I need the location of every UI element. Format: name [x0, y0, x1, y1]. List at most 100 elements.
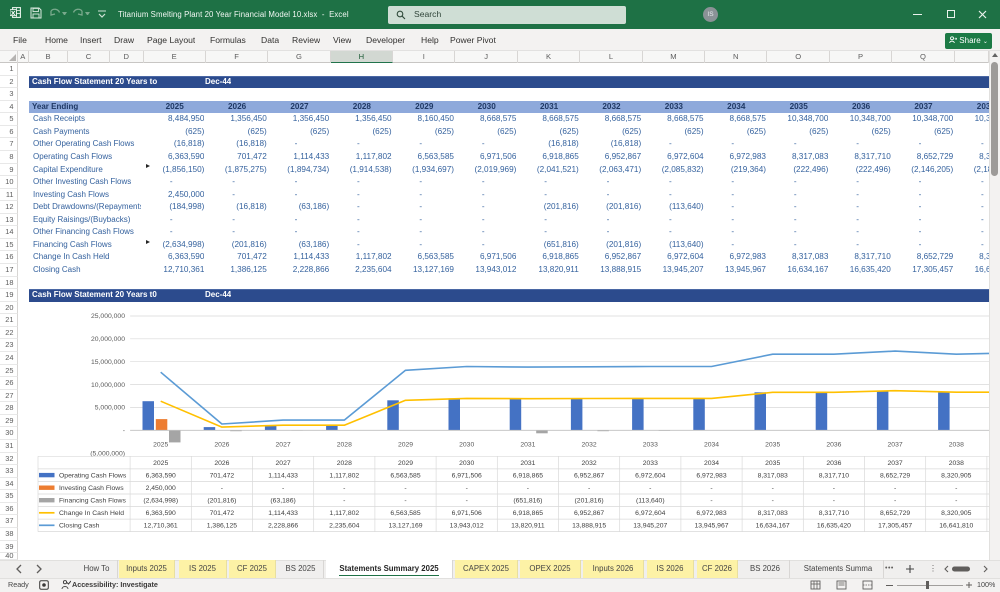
svg-text:15,000,000: 15,000,000	[91, 359, 125, 366]
svg-text:701,472: 701,472	[210, 510, 235, 517]
svg-text:6,918,865: 6,918,865	[513, 510, 543, 517]
svg-text:-: -	[710, 485, 712, 492]
svg-text:701,472: 701,472	[210, 472, 235, 479]
svg-text:-: -	[221, 485, 223, 492]
svg-text:-: -	[588, 485, 590, 492]
svg-text:2,450,000: 2,450,000	[146, 485, 176, 492]
svg-text:2038: 2038	[949, 460, 964, 467]
svg-text:6,952,867: 6,952,867	[574, 510, 604, 517]
svg-text:6,563,585: 6,563,585	[390, 510, 420, 517]
svg-text:12,710,361: 12,710,361	[144, 523, 178, 530]
svg-text:-: -	[955, 497, 957, 504]
svg-text:-: -	[404, 485, 406, 492]
svg-text:2036: 2036	[826, 442, 841, 449]
svg-text:(201,816): (201,816)	[207, 497, 236, 504]
svg-text:8,317,083: 8,317,083	[758, 472, 788, 479]
svg-text:6,971,506: 6,971,506	[452, 472, 482, 479]
svg-text:-: -	[343, 485, 345, 492]
svg-text:6,918,865: 6,918,865	[513, 472, 543, 479]
svg-text:8,652,729: 8,652,729	[880, 510, 910, 517]
svg-text:2029: 2029	[398, 442, 413, 449]
svg-text:8,317,083: 8,317,083	[758, 510, 788, 517]
svg-text:2033: 2033	[643, 442, 658, 449]
svg-text:13,945,967: 13,945,967	[694, 523, 728, 530]
svg-text:8,320,905: 8,320,905	[941, 472, 971, 479]
svg-text:8,320,905: 8,320,905	[941, 510, 971, 517]
svg-text:2032: 2032	[582, 460, 597, 467]
svg-text:2030: 2030	[459, 460, 474, 467]
svg-text:2031: 2031	[520, 460, 535, 467]
svg-text:-: -	[123, 428, 125, 435]
svg-text:6,972,604: 6,972,604	[635, 510, 665, 517]
svg-text:1,114,433: 1,114,433	[268, 510, 298, 517]
svg-text:6,971,506: 6,971,506	[452, 510, 482, 517]
svg-text:2,235,604: 2,235,604	[329, 523, 359, 530]
svg-text:-: -	[527, 485, 529, 492]
svg-text:2035: 2035	[765, 460, 780, 467]
svg-text:(2,634,998): (2,634,998)	[143, 497, 178, 504]
svg-text:2027: 2027	[276, 442, 291, 449]
svg-text:8,317,710: 8,317,710	[819, 510, 849, 517]
svg-text:2033: 2033	[643, 460, 658, 467]
svg-text:6,952,867: 6,952,867	[574, 472, 604, 479]
svg-text:2028: 2028	[337, 442, 352, 449]
svg-text:16,635,420: 16,635,420	[817, 523, 851, 530]
svg-text:1,386,125: 1,386,125	[207, 523, 237, 530]
svg-text:2037: 2037	[888, 460, 903, 467]
svg-text:8,317,710: 8,317,710	[819, 472, 849, 479]
svg-text:13,945,207: 13,945,207	[633, 523, 667, 530]
svg-text:2038: 2038	[949, 442, 964, 449]
svg-text:2034: 2034	[704, 442, 719, 449]
svg-text:16,641,810: 16,641,810	[939, 523, 973, 530]
svg-text:(651,816): (651,816)	[513, 497, 542, 504]
svg-text:Operating Cash Flows: Operating Cash Flows	[59, 473, 127, 480]
svg-text:2035: 2035	[765, 442, 780, 449]
svg-text:6,972,983: 6,972,983	[696, 510, 726, 517]
svg-text:5,000,000: 5,000,000	[95, 405, 125, 412]
svg-text:13,943,012: 13,943,012	[450, 523, 484, 530]
svg-text:2028: 2028	[337, 460, 352, 467]
svg-text:6,972,983: 6,972,983	[696, 472, 726, 479]
svg-text:-: -	[894, 497, 896, 504]
svg-text:2031: 2031	[520, 442, 535, 449]
svg-text:Closing Cash: Closing Cash	[59, 523, 100, 530]
svg-text:10,000,000: 10,000,000	[91, 382, 125, 389]
svg-text:-: -	[833, 497, 835, 504]
svg-text:-: -	[772, 497, 774, 504]
svg-text:2034: 2034	[704, 460, 719, 467]
svg-text:-: -	[894, 485, 896, 492]
svg-text:6,563,585: 6,563,585	[390, 472, 420, 479]
svg-text:16,634,167: 16,634,167	[756, 523, 790, 530]
svg-text:6,363,590: 6,363,590	[146, 472, 176, 479]
svg-text:-: -	[466, 497, 468, 504]
svg-text:-: -	[710, 497, 712, 504]
svg-text:-: -	[772, 485, 774, 492]
svg-text:2037: 2037	[888, 442, 903, 449]
svg-text:17,305,457: 17,305,457	[878, 523, 912, 530]
svg-text:(63,186): (63,186)	[270, 497, 295, 504]
svg-text:Investing Cash Flows: Investing Cash Flows	[59, 485, 124, 492]
svg-text:2036: 2036	[826, 460, 841, 467]
svg-text:13,127,169: 13,127,169	[388, 523, 422, 530]
svg-text:-: -	[466, 485, 468, 492]
svg-text:25,000,000: 25,000,000	[91, 313, 125, 320]
svg-text:(201,816): (201,816)	[575, 497, 604, 504]
svg-text:1,117,802: 1,117,802	[329, 472, 359, 479]
svg-text:2025: 2025	[153, 460, 168, 467]
svg-text:13,820,911: 13,820,911	[511, 523, 545, 530]
svg-text:-: -	[404, 497, 406, 504]
svg-text:1,117,802: 1,117,802	[329, 510, 359, 517]
svg-text:8,652,729: 8,652,729	[880, 472, 910, 479]
svg-text:-: -	[282, 485, 284, 492]
svg-text:-: -	[955, 485, 957, 492]
svg-text:2026: 2026	[214, 442, 229, 449]
svg-text:2029: 2029	[398, 460, 413, 467]
svg-text:2032: 2032	[582, 442, 597, 449]
svg-text:2030: 2030	[459, 442, 474, 449]
svg-text:6,363,590: 6,363,590	[146, 510, 176, 517]
svg-text:-: -	[649, 485, 651, 492]
svg-text:Financing Cash Flows: Financing Cash Flows	[59, 498, 126, 505]
svg-text:2027: 2027	[276, 460, 291, 467]
svg-text:-: -	[833, 485, 835, 492]
svg-text:Change In Cash Held: Change In Cash Held	[59, 510, 124, 517]
